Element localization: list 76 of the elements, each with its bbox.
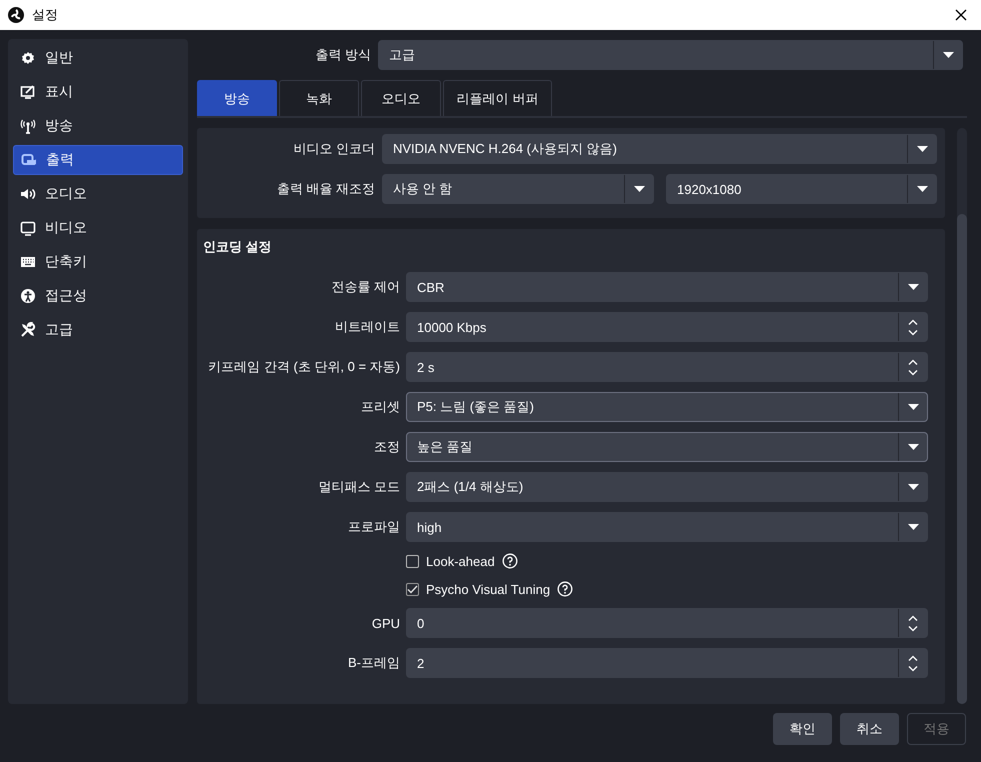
spin-box[interactable]: 2 [406,648,928,678]
dropdown[interactable]: 1920x1080 [666,174,937,204]
spin-box[interactable]: 2 s [406,352,928,382]
dropdown[interactable]: CBR [406,272,928,302]
dropdown-caret-icon [634,186,644,192]
speaker-icon [20,186,36,202]
tab[interactable]: 방송 [197,80,277,116]
help-icon[interactable] [502,553,518,569]
field-label: B-프레임 [347,654,400,672]
sidebar-item[interactable]: 접근성 [13,281,183,311]
dropdown-caret-icon [916,146,928,152]
spin-down-icon[interactable] [908,330,918,336]
spin-down-icon[interactable] [908,626,918,632]
accessibility-icon [20,288,36,304]
tab[interactable]: 오디오 [361,80,441,116]
spin-up-icon[interactable] [908,654,918,660]
spin-up-icon[interactable] [908,358,918,364]
dropdown[interactable]: 사용 안 함 [382,174,654,204]
spin-up-icon[interactable] [908,318,918,324]
dropdown-caret-icon [908,444,918,450]
sidebar-item[interactable]: 표시 [13,77,183,107]
dialog-button[interactable]: 확인 [773,713,832,745]
sidebar-item[interactable]: 방송 [13,111,183,141]
field-label: 출력 방식 [314,46,371,64]
field-label: 멀티패스 모드 [317,478,400,496]
field-label: 비디오 인코더 [292,140,375,158]
checkbox-label: Psycho Visual Tuning [426,582,550,596]
spin-box[interactable]: 0 [406,608,928,638]
field-label: 프리셋 [360,398,400,416]
sidebar-item[interactable]: 비디오 [13,213,183,243]
dropdown-caret-icon [908,284,918,290]
close-icon[interactable] [955,9,967,21]
spin-box[interactable]: 10000 Kbps [406,312,928,342]
sidebar-item[interactable]: 일반 [13,43,183,73]
camera-icon [21,152,37,168]
sidebar-item[interactable]: 고급 [13,315,183,345]
help-icon[interactable] [557,581,574,597]
spin-up-icon[interactable] [908,614,918,620]
monitor-pencil-icon [20,84,36,100]
dropdown[interactable]: P5: 느림 (좋은 품질) [406,392,928,422]
keyboard-icon [20,254,36,270]
dropdown-caret-icon [908,524,918,530]
checkbox[interactable] [406,554,419,568]
sidebar-item[interactable]: 출력 [13,145,183,175]
dropdown[interactable]: 고급 [378,40,963,70]
field-label: 출력 배율 재조정 [276,180,375,198]
spin-down-icon[interactable] [908,370,918,376]
tools-icon [20,322,36,338]
sidebar-item[interactable]: 오디오 [13,179,183,209]
checkbox[interactable] [406,582,419,596]
antenna-icon [20,118,36,134]
field-label: 프로파일 [347,518,400,536]
field-label: 키프레임 간격 (초 단위, 0 = 자동) [207,358,400,376]
tab[interactable]: 녹화 [279,80,359,116]
dialog-button[interactable]: 취소 [840,713,899,745]
window-title: 설정 [32,6,58,24]
dropdown[interactable]: 높은 품질 [406,432,928,462]
dropdown-caret-icon [908,484,918,490]
checkbox-label: Look-ahead [426,554,495,568]
dropdown-caret-icon [908,404,918,410]
monitor-icon [20,220,36,236]
dropdown-caret-icon [916,186,928,192]
sidebar-item[interactable]: 단축키 [13,247,183,277]
field-label: 비트레이트 [334,318,400,336]
dropdown[interactable]: high [406,512,928,542]
dropdown[interactable]: NVIDIA NVENC H.264 (사용되지 않음) [382,134,937,164]
section-title: 인코딩 설정 [202,238,273,256]
dropdown-caret-icon [942,52,954,58]
field-label: GPU [370,616,400,630]
app-logo-icon [8,7,24,23]
field-label: 전송률 제어 [330,278,400,296]
field-label: 조정 [373,438,400,456]
spin-down-icon[interactable] [908,666,918,672]
tab[interactable]: 리플레이 버퍼 [443,80,552,116]
dropdown[interactable]: 2패스 (1/4 해상도) [406,472,928,502]
gear-icon [20,50,36,66]
